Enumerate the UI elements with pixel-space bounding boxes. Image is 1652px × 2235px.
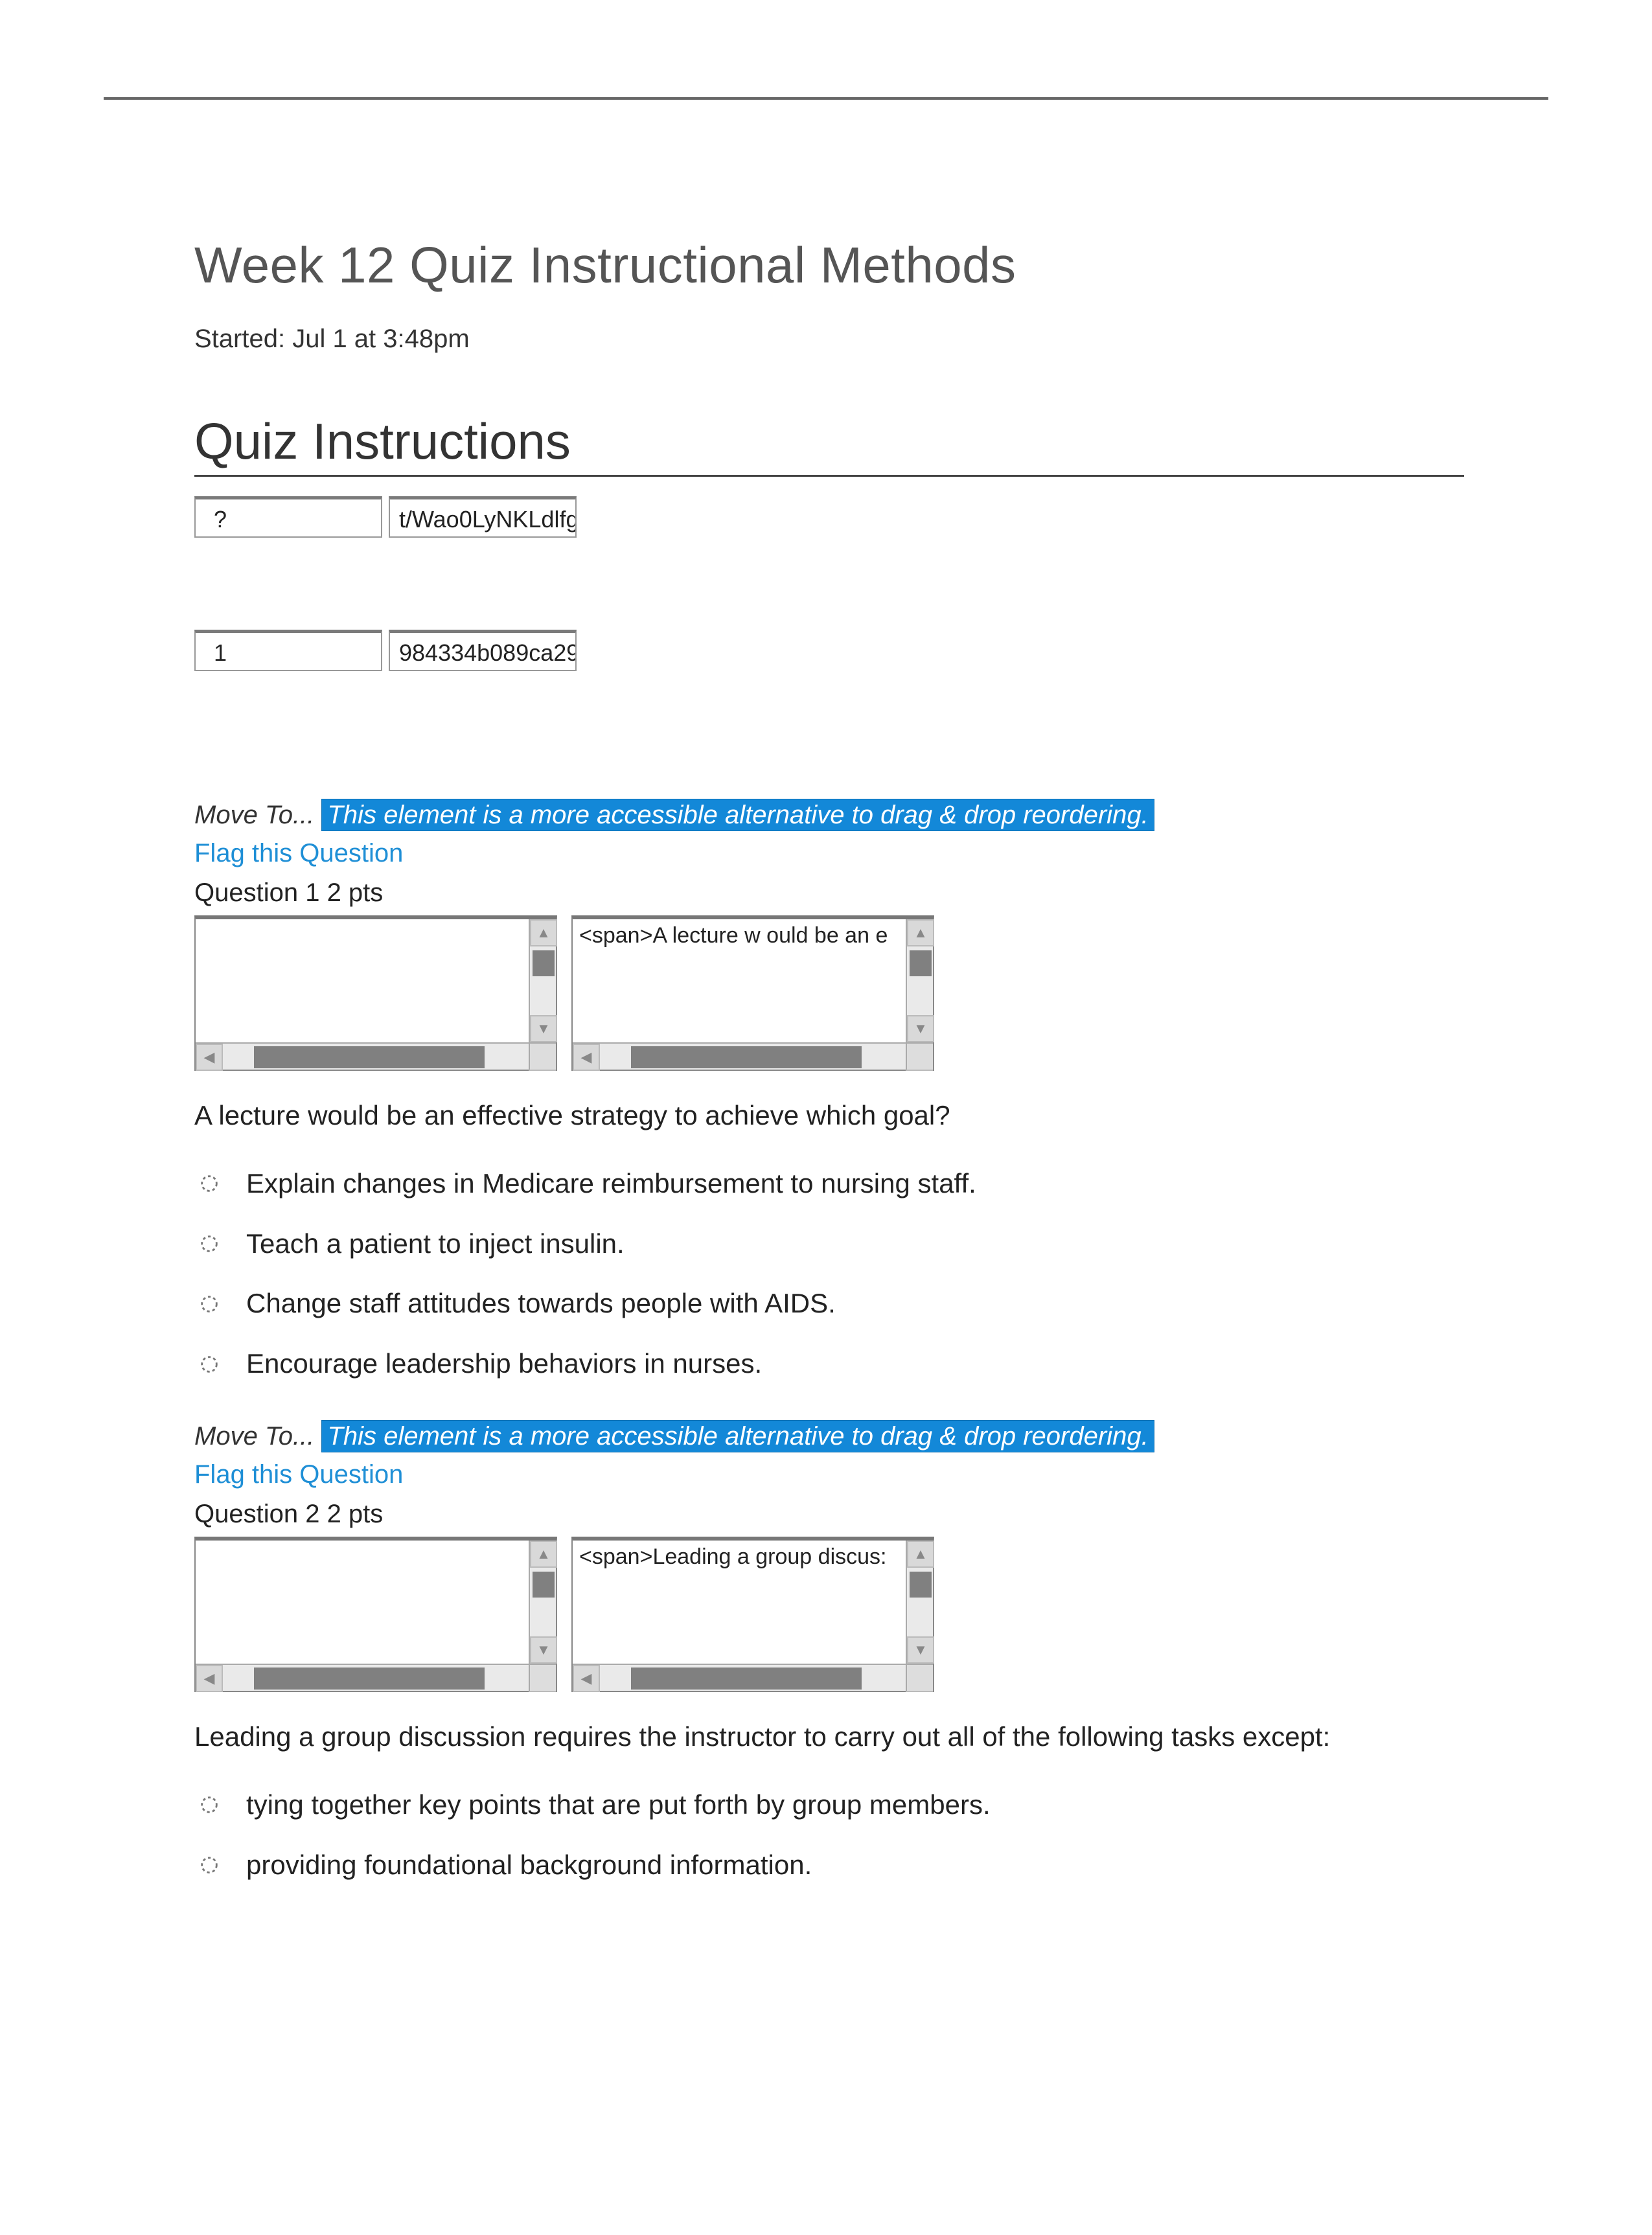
- question-1-header: Question 1 2 pts: [194, 878, 1464, 908]
- radio-icon[interactable]: [198, 1794, 220, 1816]
- scroll-thumb[interactable]: [910, 1572, 932, 1598]
- resize-corner[interactable]: [529, 1664, 556, 1691]
- question-2-editor-right[interactable]: <span>Leading a group discus: ▲ ▼ ◀ ▶: [571, 1537, 934, 1692]
- question-1-editor-left[interactable]: ▲ ▼ ◀ ▶: [194, 915, 557, 1071]
- resize-corner[interactable]: [529, 1042, 556, 1070]
- scroll-up-icon[interactable]: ▲: [907, 919, 934, 946]
- instructions-heading: Quiz Instructions: [194, 412, 1464, 477]
- started-timestamp: Started: Jul 1 at 3:48pm: [194, 325, 1464, 354]
- question-1-option[interactable]: Teach a patient to inject insulin.: [194, 1225, 1464, 1263]
- scroll-down-icon[interactable]: ▼: [907, 1636, 934, 1664]
- flag-question-link[interactable]: Flag this Question: [194, 1460, 403, 1489]
- option-label: Explain changes in Medicare reimbursemen…: [246, 1165, 976, 1203]
- meta-input-b-right[interactable]: 984334b089ca29: [389, 630, 577, 671]
- scroll-thumb[interactable]: [631, 1668, 862, 1690]
- question-2-option[interactable]: tying together key points that are put f…: [194, 1786, 1464, 1824]
- horizontal-scrollbar[interactable]: ◀ ▶: [573, 1664, 933, 1691]
- question-2-options: tying together key points that are put f…: [194, 1786, 1464, 1885]
- radio-icon[interactable]: [198, 1233, 220, 1255]
- horizontal-scrollbar[interactable]: ◀ ▶: [573, 1042, 933, 1070]
- scroll-left-icon[interactable]: ◀: [196, 1665, 223, 1692]
- scroll-thumb[interactable]: [254, 1046, 485, 1068]
- option-label: Teach a patient to inject insulin.: [246, 1225, 625, 1263]
- move-to-label: Move To...: [194, 1422, 321, 1450]
- option-label: Encourage leadership behaviors in nurses…: [246, 1345, 762, 1383]
- scroll-thumb[interactable]: [533, 1572, 555, 1598]
- editor-content: <span>A lecture w ould be an e: [579, 923, 899, 948]
- move-to-accessible-hint[interactable]: This element is a more accessible altern…: [321, 799, 1154, 831]
- scroll-up-icon[interactable]: ▲: [530, 1541, 557, 1568]
- scroll-thumb[interactable]: [254, 1668, 485, 1690]
- radio-icon[interactable]: [198, 1293, 220, 1315]
- question-2-editor-left[interactable]: ▲ ▼ ◀ ▶: [194, 1537, 557, 1692]
- option-label: Change staff attitudes towards people wi…: [246, 1285, 836, 1323]
- scroll-up-icon[interactable]: ▲: [530, 919, 557, 946]
- vertical-scrollbar[interactable]: ▲ ▼: [906, 919, 933, 1042]
- horizontal-scrollbar[interactable]: ◀ ▶: [196, 1042, 556, 1070]
- vertical-scrollbar[interactable]: ▲ ▼: [529, 1541, 556, 1664]
- radio-icon[interactable]: [198, 1854, 220, 1876]
- option-label: providing foundational background inform…: [246, 1846, 812, 1885]
- resize-corner[interactable]: [906, 1042, 933, 1070]
- horizontal-scrollbar[interactable]: ◀ ▶: [196, 1664, 556, 1691]
- question-2-header: Question 2 2 pts: [194, 1500, 1464, 1529]
- question-1-options: Explain changes in Medicare reimbursemen…: [194, 1165, 1464, 1383]
- scroll-down-icon[interactable]: ▼: [530, 1015, 557, 1042]
- question-2-option[interactable]: providing foundational background inform…: [194, 1846, 1464, 1885]
- scroll-thumb[interactable]: [533, 950, 555, 976]
- option-label: tying together key points that are put f…: [246, 1786, 991, 1824]
- vertical-scrollbar[interactable]: ▲ ▼: [529, 919, 556, 1042]
- scroll-left-icon[interactable]: ◀: [573, 1665, 600, 1692]
- move-to-label: Move To...: [194, 801, 321, 829]
- question-1-prompt: A lecture would be an effective strategy…: [194, 1097, 1464, 1135]
- scroll-up-icon[interactable]: ▲: [907, 1541, 934, 1568]
- scroll-down-icon[interactable]: ▼: [907, 1015, 934, 1042]
- move-to-accessible-hint[interactable]: This element is a more accessible altern…: [321, 1420, 1154, 1452]
- editor-content: <span>Leading a group discus:: [579, 1544, 899, 1570]
- vertical-scrollbar[interactable]: ▲ ▼: [906, 1541, 933, 1664]
- meta-input-a-left[interactable]: ?: [194, 496, 382, 538]
- meta-input-b-left[interactable]: 1: [194, 630, 382, 671]
- resize-corner[interactable]: [906, 1664, 933, 1691]
- scroll-thumb[interactable]: [631, 1046, 862, 1068]
- radio-icon[interactable]: [198, 1173, 220, 1195]
- question-1-option[interactable]: Explain changes in Medicare reimbursemen…: [194, 1165, 1464, 1203]
- meta-input-a-right[interactable]: t/Wao0LyNKLdlfg: [389, 496, 577, 538]
- radio-icon[interactable]: [198, 1353, 220, 1375]
- question-1-option[interactable]: Encourage leadership behaviors in nurses…: [194, 1345, 1464, 1383]
- scroll-down-icon[interactable]: ▼: [530, 1636, 557, 1664]
- flag-question-link[interactable]: Flag this Question: [194, 839, 403, 868]
- scroll-left-icon[interactable]: ◀: [196, 1044, 223, 1071]
- scroll-thumb[interactable]: [910, 950, 932, 976]
- question-1-editor-right[interactable]: <span>A lecture w ould be an e ▲ ▼ ◀ ▶: [571, 915, 934, 1071]
- page-title: Week 12 Quiz Instructional Methods: [194, 236, 1464, 295]
- question-2-prompt: Leading a group discussion requires the …: [194, 1718, 1464, 1756]
- scroll-left-icon[interactable]: ◀: [573, 1044, 600, 1071]
- question-1-option[interactable]: Change staff attitudes towards people wi…: [194, 1285, 1464, 1323]
